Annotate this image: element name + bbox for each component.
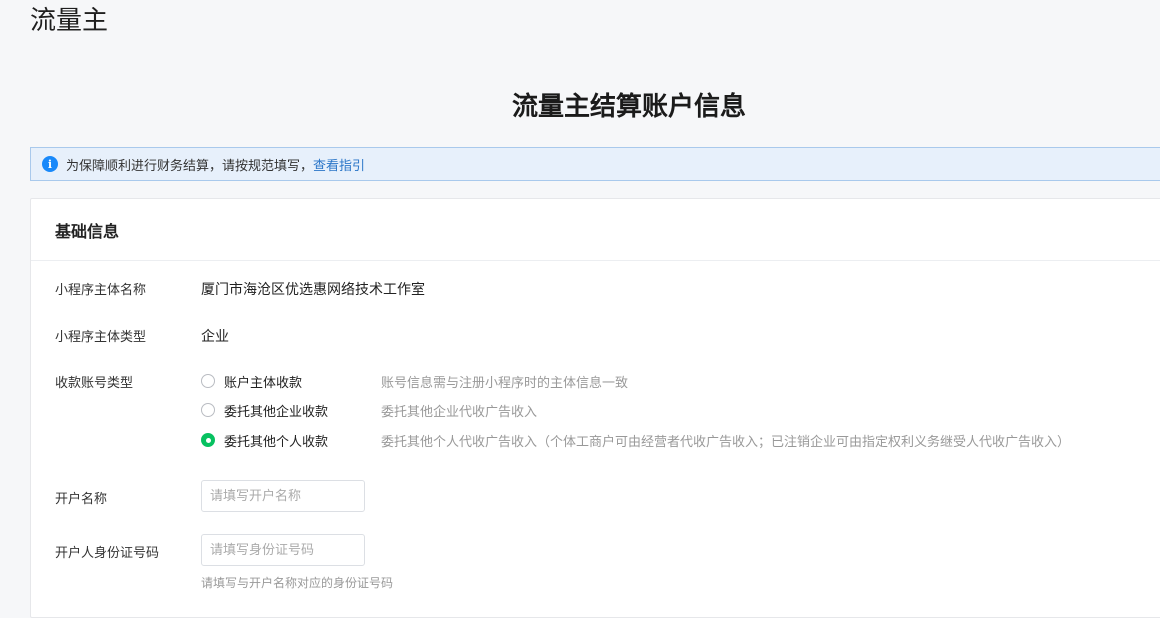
radio-option-label: 委托其他企业收款 [224,404,329,420]
basic-info-card: 基础信息 小程序主体名称 厦门市海沧区优选惠网络技术工作室 小程序主体类型 企业… [30,198,1160,618]
app-title: 流量主 [30,6,109,36]
subject-name-value: 厦门市海沧区优选惠网络技术工作室 [201,282,425,298]
page-title: 流量主结算账户信息 [511,92,746,122]
radio-option-desc: 账号信息需与注册小程序时的主体信息一致 [381,376,629,391]
subject-name-label: 小程序主体名称 [55,283,147,298]
account-name-input[interactable] [201,480,365,512]
subject-type-value: 企业 [201,329,229,345]
radio-option-label: 账户主体收款 [224,375,303,391]
radio-option-desc: 委托其他个人代收广告收入（个体工商户可由经营者代收广告收入；已注销企业可由指定权… [381,435,1071,450]
view-guide-link[interactable]: 查看指引 [313,155,365,174]
id-number-hint: 请填写与开户名称对应的身份证号码 [201,576,394,590]
notice-text: 为保障顺利进行财务结算，请按规范填写， [66,158,314,174]
radio-option-other-company[interactable]: 委托其他企业收款 [201,400,328,420]
radio-option-label: 委托其他个人收款 [224,434,329,450]
radio-option-self[interactable]: 账户主体收款 [201,371,302,391]
radio-option-desc: 委托其他企业代收广告收入 [381,405,538,420]
radio-circle-icon[interactable] [201,374,215,388]
subject-type-label: 小程序主体类型 [55,330,147,345]
section-title: 基础信息 [31,199,1160,261]
radio-option-other-individual[interactable]: 委托其他个人收款 [201,430,328,450]
info-icon: i [42,156,58,172]
id-number-label: 开户人身份证号码 [55,546,160,561]
id-number-input[interactable] [201,534,365,566]
radio-checked-icon[interactable] [201,433,215,447]
account-type-label: 收款账号类型 [55,376,134,391]
account-name-label: 开户名称 [55,492,108,507]
notice-banner: i 为保障顺利进行财务结算，请按规范填写， 查看指引 [30,147,1160,181]
radio-circle-icon[interactable] [201,403,215,417]
